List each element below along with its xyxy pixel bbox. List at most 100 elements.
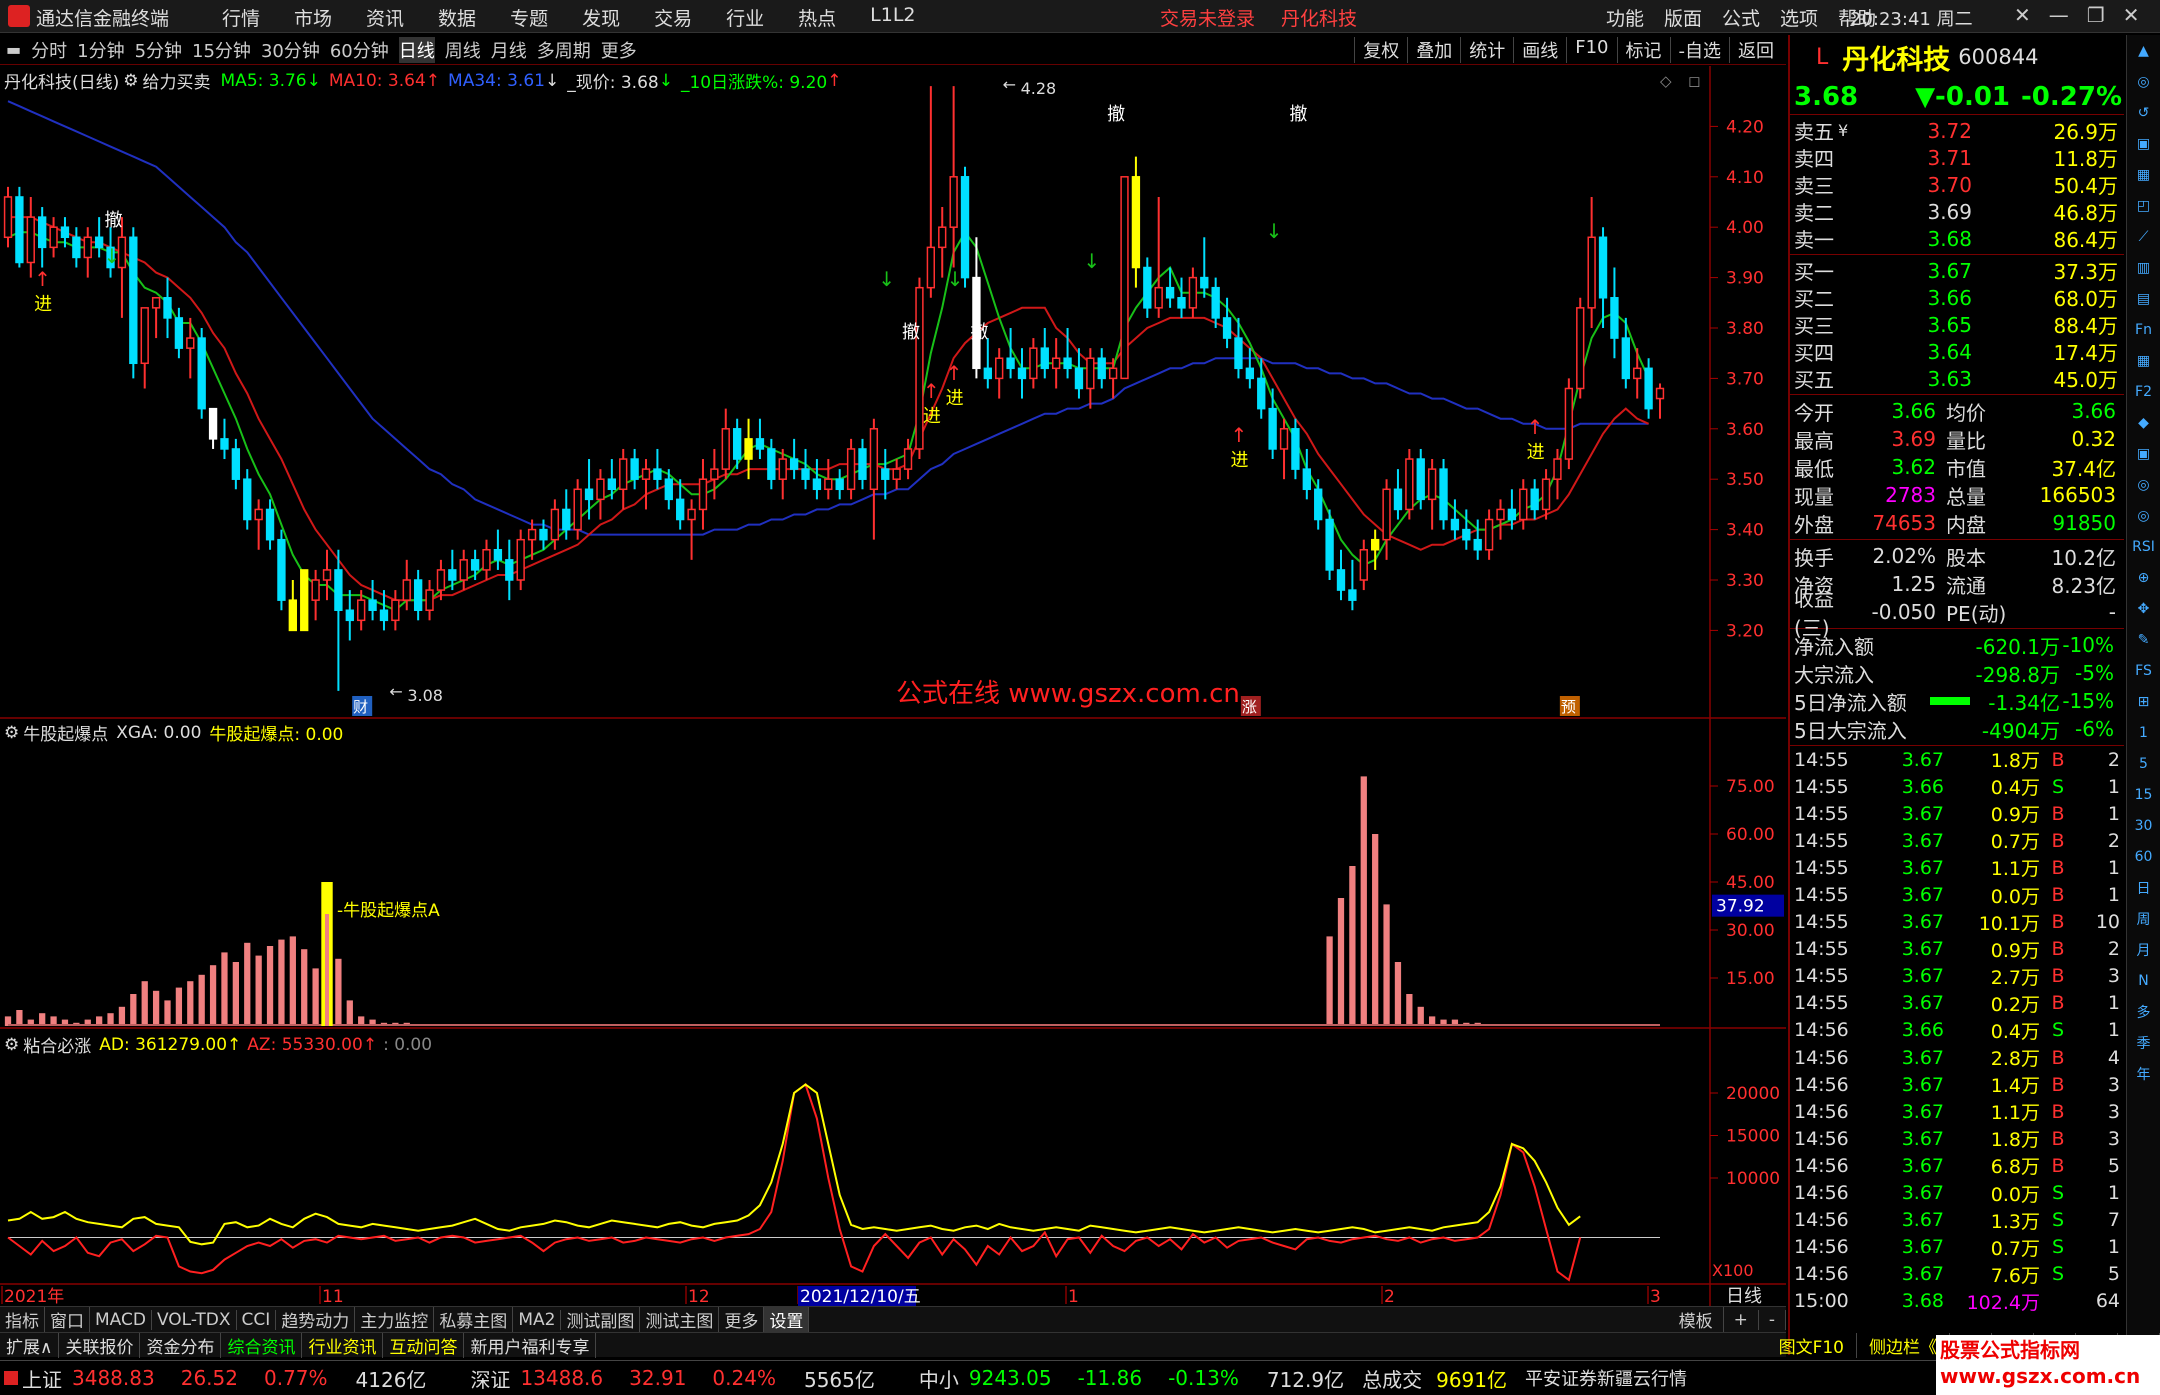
index-name[interactable]: 深证 [470, 1364, 510, 1393]
menu-item[interactable]: 行情 [205, 4, 277, 31]
period-tab[interactable]: 5分钟 [135, 37, 182, 63]
side-tool-icon[interactable]: FS [2127, 655, 2160, 686]
kline-chart[interactable]: 4.20 4.10 4.00 3.90 3.80 3.70 3.60 3.50 3.40 3.30… [0, 66, 1786, 1306]
sub1-gear-icon[interactable]: ⚙ [4, 723, 19, 743]
indicator-tab[interactable]: VOL-TDX [152, 1309, 237, 1330]
side-tool-icon[interactable]: 多 [2127, 996, 2160, 1027]
toolbar-button[interactable]: -自选 [1669, 37, 1730, 63]
side-tool-icon[interactable]: ◎ [2127, 66, 2160, 97]
side-tool-icon[interactable]: 月 [2127, 934, 2160, 965]
period-tab[interactable]: 分时 [31, 37, 67, 63]
side-tool-icon[interactable]: 15 [2127, 779, 2160, 810]
right-menu-item[interactable]: 版面 [1654, 4, 1712, 31]
bid-row[interactable]: 买四 3.64 17.4万 [1790, 338, 2124, 366]
bid-row[interactable]: 买一 3.67 37.3万 [1790, 257, 2124, 285]
side-tool-icon[interactable]: 日 [2127, 872, 2160, 903]
side-tool-icon[interactable]: ⊕ [2127, 562, 2160, 593]
side-tool-icon[interactable]: F2 [2127, 376, 2160, 407]
side-tool-icon[interactable]: 1 [2127, 717, 2160, 748]
toolbar-button[interactable]: 标记 [1616, 37, 1670, 63]
indicator-tab[interactable]: 私募主图 [434, 1307, 514, 1332]
side-tool-icon[interactable]: ▲ [2127, 35, 2160, 66]
side-tool-icon[interactable]: ▣ [2127, 128, 2160, 159]
menu-toggle-icon[interactable]: ▬ [6, 40, 21, 59]
bid-row[interactable]: 买三 3.65 88.4万 [1790, 311, 2124, 339]
indicator-tab[interactable]: 设置 [764, 1307, 810, 1332]
tab-control[interactable]: + [1724, 1309, 1759, 1330]
side-tool-icon[interactable]: ✥ [2127, 593, 2160, 624]
panel-close-icon[interactable]: ◻ [1688, 72, 1700, 90]
ask-row[interactable]: 卖五 ¥3.72 26.9万 [1790, 117, 2124, 145]
extension-tab[interactable]: 新用户福利专享 [464, 1332, 597, 1358]
bid-row[interactable]: 买二 3.66 68.0万 [1790, 284, 2124, 312]
menu-item[interactable]: 热点 [781, 4, 853, 31]
menu-item[interactable]: 市场 [277, 4, 349, 31]
toolbar-button[interactable]: 画线 [1513, 37, 1566, 63]
toolbar-button[interactable]: 复权 [1354, 37, 1407, 63]
period-tab[interactable]: 周线 [445, 37, 481, 63]
right-menu-item[interactable]: 选项 [1770, 4, 1828, 31]
side-tool-icon[interactable]: 年 [2127, 1058, 2160, 1089]
menu-item[interactable]: 交易 [637, 4, 709, 31]
side-tool-icon[interactable]: 5 [2127, 748, 2160, 779]
indicator-tab[interactable]: CCI [237, 1309, 277, 1330]
sub2-gear-icon[interactable]: ⚙ [4, 1035, 19, 1055]
period-tab[interactable]: 30分钟 [261, 37, 320, 63]
toolbar-button[interactable]: 返回 [1729, 37, 1782, 63]
side-tool-icon[interactable]: ▥ [2127, 252, 2160, 283]
toolbar-button[interactable]: F10 [1566, 37, 1616, 63]
indicator-tab[interactable]: 测试副图 [561, 1307, 641, 1332]
right-menu-item[interactable]: 功能 [1596, 4, 1654, 31]
indicator-tab[interactable]: 窗口 [45, 1307, 90, 1332]
close-x-icon[interactable]: ✕ [2014, 3, 2031, 27]
side-tool-icon[interactable]: ◆ [2127, 407, 2160, 438]
tick-list[interactable]: 14:55 3.67 1.8万 B 2 14:55 3.66 0.4万 S 1 14:55 3.67 0… [1790, 746, 2124, 1315]
restore-icon[interactable]: ❐ [2087, 3, 2105, 27]
ask-row[interactable]: 卖四 3.71 11.8万 [1790, 144, 2124, 172]
side-tool-icon[interactable]: ⟋ [2127, 221, 2160, 252]
extension-tab[interactable]: 互动问答 [383, 1332, 465, 1358]
toolbar-button[interactable]: 叠加 [1407, 37, 1460, 63]
side-tool-icon[interactable]: ✎ [2127, 624, 2160, 655]
side-tool-icon[interactable]: N [2127, 965, 2160, 996]
extension-tab[interactable]: 资金分布 [140, 1332, 222, 1358]
side-tool-icon[interactable]: ▦ [2127, 345, 2160, 376]
ask-row[interactable]: 卖一 3.68 86.4万 [1790, 225, 2124, 253]
tab-control[interactable]: - [1759, 1309, 1786, 1330]
menu-item[interactable]: 专题 [493, 4, 565, 31]
bid-row[interactable]: 买五 3.63 45.0万 [1790, 365, 2124, 393]
menu-item[interactable]: 发现 [565, 4, 637, 31]
side-tool-icon[interactable]: Fn [2127, 314, 2160, 345]
menu-item[interactable]: 行业 [709, 4, 781, 31]
menu-item[interactable]: 数据 [421, 4, 493, 31]
side-tool-icon[interactable]: 季 [2127, 1027, 2160, 1058]
extension-tab[interactable]: 关联报价 [59, 1332, 141, 1358]
side-tool-icon[interactable]: ▤ [2127, 283, 2160, 314]
menu-item[interactable]: L1L2 [853, 4, 932, 31]
indicator-tab[interactable]: 测试主图 [640, 1307, 720, 1332]
period-tab[interactable]: 1分钟 [77, 37, 124, 63]
side-tool-icon[interactable]: ↺ [2127, 97, 2160, 128]
side-tool-icon[interactable]: RSI [2127, 531, 2160, 562]
indicator-tab[interactable]: 更多 [719, 1307, 765, 1332]
side-tool-icon[interactable]: ▣ [2127, 438, 2160, 469]
side-tool-icon[interactable]: 30 [2127, 810, 2160, 841]
side-tool-icon[interactable]: 60 [2127, 841, 2160, 872]
legend-gear-icon[interactable]: ⚙ [123, 71, 138, 91]
index-name[interactable]: 上证 [22, 1364, 62, 1393]
extension-tab[interactable]: 行业资讯 [302, 1332, 384, 1358]
period-tab[interactable]: 15分钟 [192, 37, 251, 63]
diamond-icon[interactable]: ◇ [1660, 72, 1672, 90]
period-tab[interactable]: 多周期 [537, 37, 591, 63]
side-tool-icon[interactable]: ◰ [2127, 190, 2160, 221]
indicator-tab[interactable]: 指标 [0, 1307, 45, 1332]
ask-row[interactable]: 卖二 3.69 46.8万 [1790, 198, 2124, 226]
period-tab[interactable]: 日线 [398, 36, 435, 63]
side-tool-icon[interactable]: ⊞ [2127, 686, 2160, 717]
indicator-tab[interactable]: MA2 [513, 1309, 562, 1330]
ask-row[interactable]: 卖三 3.70 50.4万 [1790, 171, 2124, 199]
index-name[interactable]: 中小 [919, 1364, 959, 1393]
period-tab[interactable]: 月线 [491, 37, 527, 63]
indicator-tab[interactable]: 趋势动力 [276, 1307, 356, 1332]
minimize-icon[interactable]: — [2049, 3, 2069, 27]
